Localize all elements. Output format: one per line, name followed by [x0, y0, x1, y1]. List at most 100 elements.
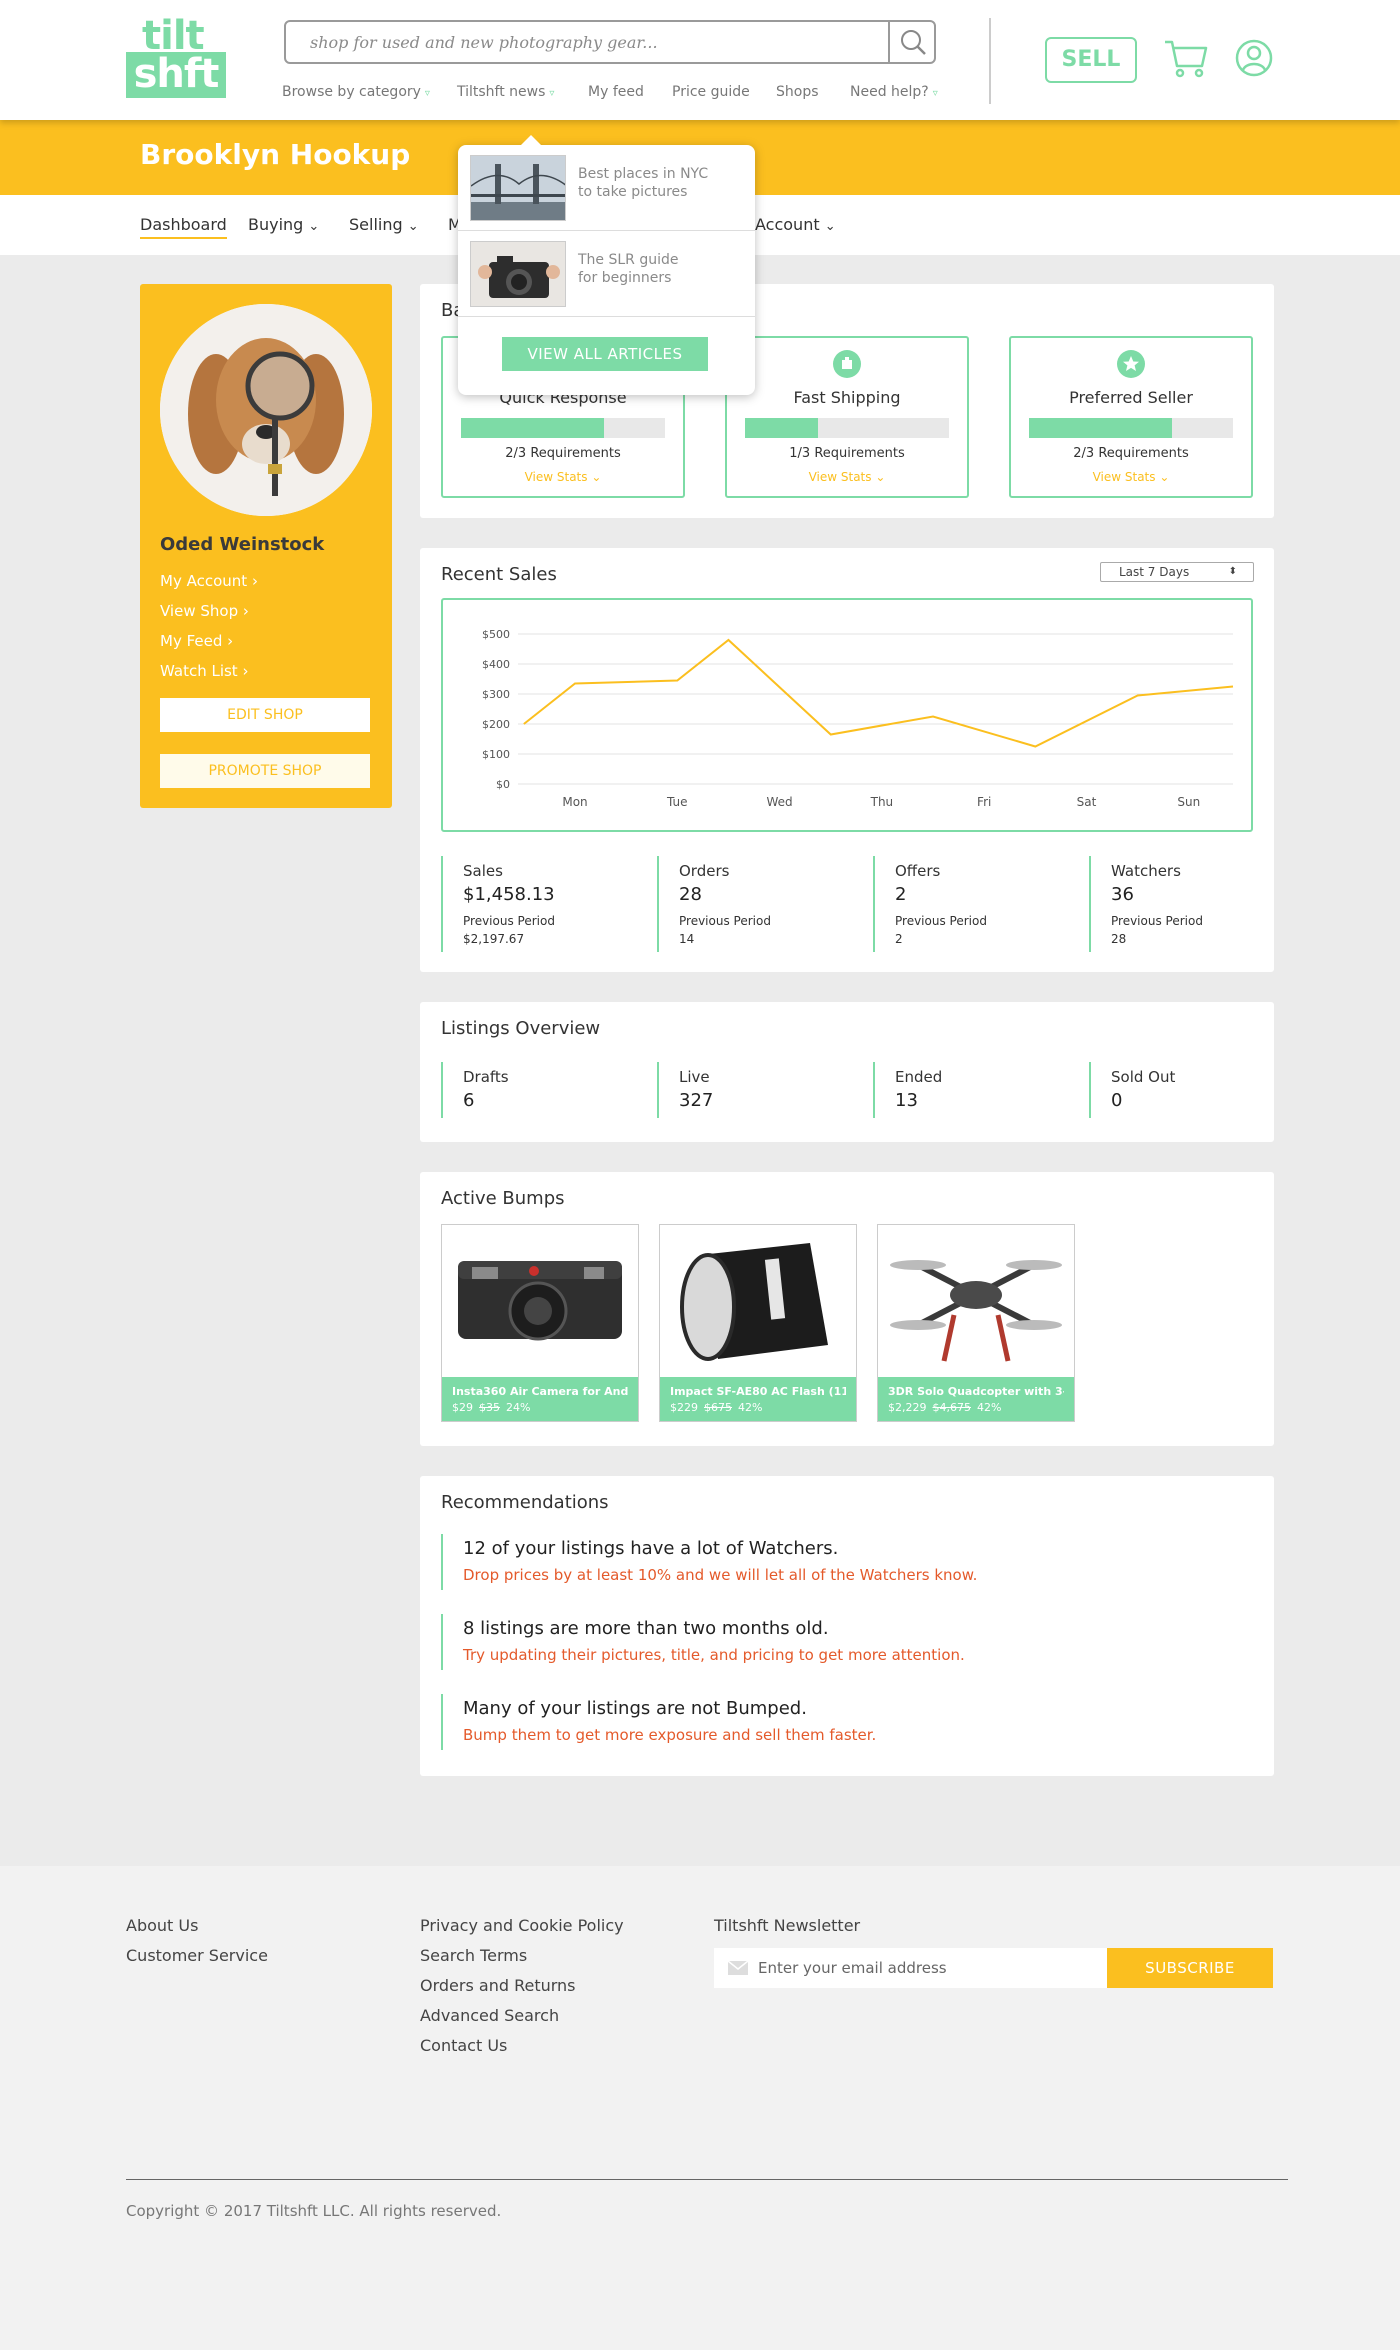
stat-previous-value: $2,197.67 [463, 932, 525, 946]
footer-link-contact-us[interactable]: Contact Us [420, 2036, 507, 2055]
listing-stat-value: 13 [895, 1090, 918, 1111]
badge-fast-shipping: Fast Shipping 1/3 Requirements View Stat… [725, 336, 969, 498]
nav-shops[interactable]: Shops [776, 84, 819, 100]
cart-button[interactable] [1162, 36, 1210, 85]
y-tick-label: $100 [482, 748, 510, 761]
sell-button[interactable]: SELL [1045, 37, 1137, 83]
bump-price-row: $29 $35 24% [452, 1401, 628, 1414]
x-tick-label: Mon [562, 795, 587, 809]
article-title-line: for beginners [578, 270, 672, 286]
nav-my-feed[interactable]: My feed [588, 84, 644, 100]
search-input[interactable] [286, 22, 890, 62]
nav-label: Need help? [850, 84, 929, 100]
footer-link-about-us[interactable]: About Us [126, 1916, 198, 1935]
avatar[interactable] [160, 304, 372, 516]
view-stats-link[interactable]: View Stats ⌄ [727, 470, 967, 484]
date-range-select[interactable]: Last 7 Days ⬍ [1100, 562, 1254, 582]
article-item[interactable]: The SLR guide for beginners [458, 231, 755, 317]
sales-line-chart: $0 $100 $200 $300 $400 $500 Mon Tue Wed Thu Fri Sat… [482, 628, 1234, 809]
tab-dashboard[interactable]: Dashboard [140, 215, 227, 239]
listing-stat-ended[interactable]: Ended 13 [873, 1062, 942, 1118]
chevron-down-icon: ⌄ [875, 470, 886, 484]
recommendation-tip[interactable]: Bump them to get more exposure and sell … [463, 1726, 876, 1744]
bump-product-image [878, 1225, 1074, 1377]
newsletter-field [714, 1948, 1107, 1988]
promote-shop-button[interactable]: PROMOTE SHOP [160, 754, 370, 788]
sidebar-link-watch-list[interactable]: Watch List › [160, 662, 248, 680]
y-tick-label: $400 [482, 658, 510, 671]
user-name: Oded Weinstock [160, 534, 325, 555]
nav-price-guide[interactable]: Price guide [672, 84, 750, 100]
nav-need-help[interactable]: Need help? ▿ [850, 84, 938, 100]
tab-selling[interactable]: Selling ⌄ [349, 215, 419, 234]
listing-stat-drafts[interactable]: Drafts 6 [441, 1062, 509, 1118]
recommendation-headline: Many of your listings are not Bumped. [463, 1698, 807, 1719]
bump-caption: Insta360 Air Camera for Andr $29 $35 24% [442, 1377, 638, 1421]
caret-down-icon: ▿ [549, 88, 555, 99]
subscribe-button[interactable]: SUBSCRIBE [1107, 1948, 1273, 1988]
article-item[interactable]: Best places in NYC to take pictures [458, 145, 755, 231]
x-tick-label: Thu [870, 795, 894, 809]
recommendation-tip[interactable]: Try updating their pictures, title, and … [463, 1646, 965, 1664]
nav-browse-by-category[interactable]: Browse by category ▿ [282, 84, 430, 100]
sidebar-link-label: Watch List [160, 662, 238, 680]
view-all-articles-button[interactable]: VIEW ALL ARTICLES [502, 337, 708, 371]
badge-name: Fast Shipping [793, 388, 901, 407]
stat-label: Watchers [1111, 862, 1181, 880]
stat-value: 36 [1111, 884, 1134, 905]
footer-link-advanced-search[interactable]: Advanced Search [420, 2006, 559, 2025]
profile-sidebar: Oded Weinstock My Account › View Shop › … [140, 284, 392, 808]
bump-old-price: $35 [479, 1401, 500, 1414]
article-title-line: Best places in NYC [578, 166, 709, 182]
x-tick-label: Sat [1077, 795, 1097, 809]
sidebar-link-my-feed[interactable]: My Feed › [160, 632, 233, 650]
sidebar-link-view-shop[interactable]: View Shop › [160, 602, 249, 620]
recommendations-title: Recommendations [441, 1492, 609, 1513]
chevron-right-icon: › [227, 632, 234, 650]
view-stats-link[interactable]: View Stats ⌄ [1011, 470, 1251, 484]
edit-shop-button[interactable]: EDIT SHOP [160, 698, 370, 732]
bump-item[interactable]: Impact SF-AE80 AC Flash (110- $229 $675 42… [659, 1224, 857, 1422]
view-stats-link[interactable]: View Stats ⌄ [443, 470, 683, 484]
camera-photo-icon [471, 242, 565, 306]
listing-stat-live[interactable]: Live 327 [657, 1062, 713, 1118]
stat-value: 2 [895, 884, 907, 905]
stat-label: Offers [895, 862, 941, 880]
footer-link-customer-service[interactable]: Customer Service [126, 1946, 268, 1965]
y-tick-label: $500 [482, 628, 510, 641]
listing-stat-label: Live [679, 1068, 710, 1086]
chevron-right-icon: › [242, 602, 249, 620]
listing-stat-sold-out[interactable]: Sold Out 0 [1089, 1062, 1175, 1118]
recommendation-tip[interactable]: Drop prices by at least 10% and we will … [463, 1566, 977, 1584]
tab-label: Buying [248, 215, 304, 234]
bump-item[interactable]: Insta360 Air Camera for Andr $29 $35 24% [441, 1224, 639, 1422]
stat-value: $1,458.13 [463, 884, 555, 905]
sidebar-link-my-account[interactable]: My Account › [160, 572, 258, 590]
stat-previous-label: Previous Period [679, 914, 771, 928]
article-title-line: The SLR guide [578, 252, 679, 268]
listing-stat-value: 327 [679, 1090, 714, 1111]
tab-account[interactable]: Account ⌄ [755, 215, 836, 234]
search-button[interactable] [888, 22, 934, 62]
badge-progress-track [1029, 418, 1233, 438]
nav-tiltshft-news[interactable]: Tiltshft news ▿ [457, 84, 554, 100]
account-button[interactable] [1234, 38, 1274, 83]
footer-link-orders-returns[interactable]: Orders and Returns [420, 1976, 576, 1995]
badge-progress-fill [745, 418, 819, 438]
listing-stat-value: 0 [1111, 1090, 1123, 1111]
star-icon [1117, 350, 1145, 378]
stat-previous-value: 2 [895, 932, 903, 946]
bump-item[interactable]: 3DR Solo Quadcopter with 3-A $2,229 $4,67… [877, 1224, 1075, 1422]
badge-requirements: 2/3 Requirements [505, 446, 621, 461]
newsletter-email-input[interactable] [758, 1948, 1098, 1988]
bump-discount: 42% [738, 1401, 763, 1414]
bump-caption: Impact SF-AE80 AC Flash (110- $229 $675 42… [660, 1377, 856, 1421]
bump-price-row: $2,229 $4,675 42% [888, 1401, 1064, 1414]
footer-link-privacy[interactable]: Privacy and Cookie Policy [420, 1916, 624, 1935]
stat-sales: Sales $1,458.13 Previous Period $2,197.6… [441, 856, 555, 952]
tab-buying[interactable]: Buying ⌄ [248, 215, 319, 234]
bump-product-image [442, 1225, 638, 1377]
tiltshft-logo[interactable]: tilt shft [126, 14, 226, 98]
footer-link-search-terms[interactable]: Search Terms [420, 1946, 527, 1965]
stat-previous-label: Previous Period [895, 914, 987, 928]
